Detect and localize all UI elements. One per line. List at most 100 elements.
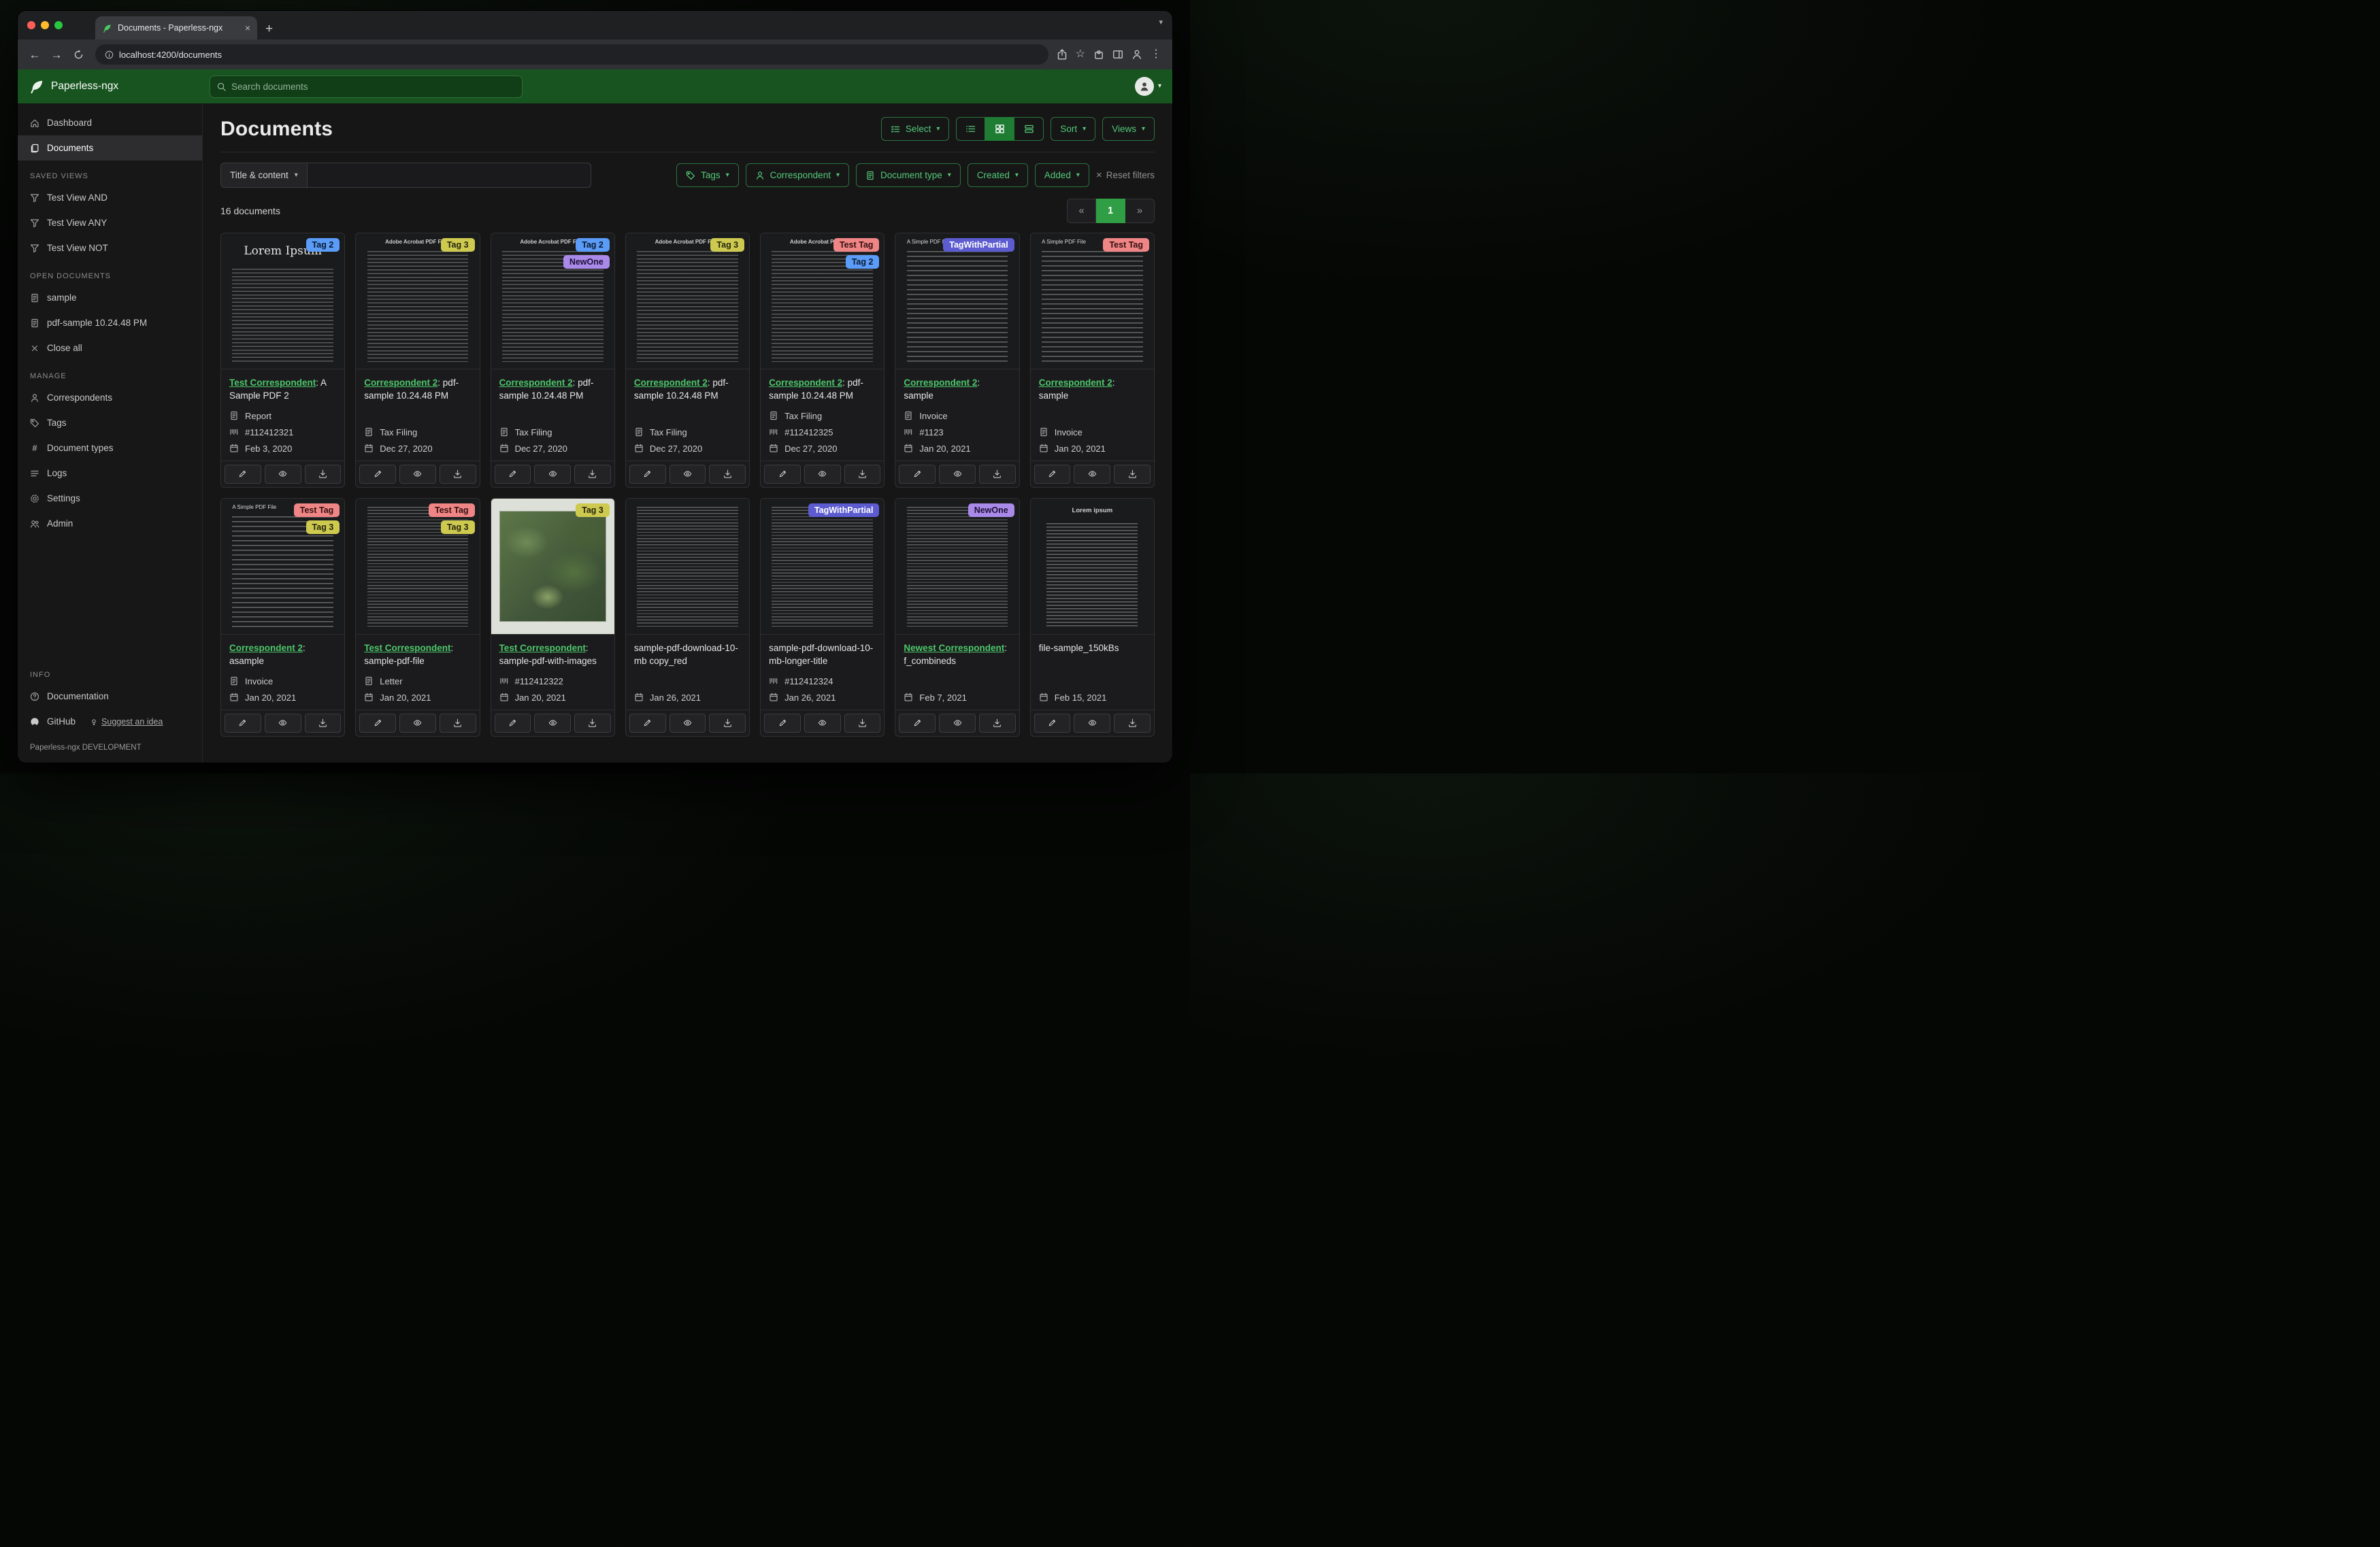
- sidebar-item-saved-view[interactable]: Test View AND: [18, 185, 202, 210]
- sidebar-item-close-all[interactable]: Close all: [18, 335, 202, 361]
- download-button[interactable]: [1114, 464, 1151, 484]
- correspondent-link[interactable]: Correspondent 2: [1039, 378, 1112, 388]
- tag-badge[interactable]: Tag 3: [440, 238, 475, 252]
- user-menu[interactable]: ▾: [1134, 77, 1161, 96]
- tag-badge[interactable]: NewOne: [968, 503, 1014, 517]
- tag-badge[interactable]: Tag 2: [576, 238, 610, 252]
- document-thumbnail[interactable]: Adobe Acrobat PDF Files Tag 3: [625, 233, 750, 369]
- detail-view-button[interactable]: [1014, 117, 1044, 141]
- correspondent-link[interactable]: Correspondent 2: [769, 378, 842, 388]
- document-thumbnail[interactable]: Tag 3: [491, 498, 614, 635]
- search-input[interactable]: [231, 81, 515, 92]
- side-panel-icon[interactable]: [1112, 49, 1123, 60]
- edit-button[interactable]: [899, 713, 936, 733]
- brand[interactable]: Paperless-ngx: [29, 78, 210, 95]
- sidebar-item-correspondents[interactable]: Correspondents: [18, 385, 202, 410]
- document-title[interactable]: Correspondent 2: pdf-sample 10.24.48 PM: [499, 377, 606, 403]
- document-title[interactable]: Correspondent 2: pdf-sample 10.24.48 PM: [634, 377, 741, 403]
- reset-filters-button[interactable]: × Reset filters: [1096, 170, 1155, 180]
- document-title[interactable]: Test Correspondent: sample-pdf-file: [364, 642, 471, 668]
- download-button[interactable]: [439, 464, 476, 484]
- new-tab-button[interactable]: +: [265, 22, 273, 35]
- download-button[interactable]: [709, 464, 746, 484]
- document-title[interactable]: Test Correspondent: sample-pdf-with-imag…: [499, 642, 606, 668]
- tag-badge[interactable]: Tag 2: [845, 255, 880, 269]
- document-title[interactable]: Correspondent 2: pdf-sample 10.24.48 PM: [769, 377, 876, 403]
- document-thumbnail[interactable]: NewOne: [895, 498, 1019, 635]
- preview-button[interactable]: [804, 713, 841, 733]
- document-thumbnail[interactable]: TagWithPartial: [761, 498, 885, 635]
- sidebar-item-document-types[interactable]: # Document types: [18, 435, 202, 461]
- download-button[interactable]: [978, 464, 1016, 484]
- sidebar-item-saved-view[interactable]: Test View NOT: [18, 235, 202, 261]
- preview-button[interactable]: [939, 464, 976, 484]
- download-button[interactable]: [574, 464, 611, 484]
- edit-button[interactable]: [494, 464, 531, 484]
- correspondent-filter-button[interactable]: Correspondent ▾: [745, 163, 849, 187]
- sidebar-item-open-document[interactable]: sample: [18, 285, 202, 310]
- edit-button[interactable]: [764, 464, 801, 484]
- edit-button[interactable]: [1034, 713, 1071, 733]
- correspondent-link[interactable]: Test Correspondent: [364, 643, 450, 653]
- download-button[interactable]: [304, 464, 342, 484]
- site-info-icon[interactable]: [105, 50, 114, 59]
- sidebar-item-open-document[interactable]: pdf-sample 10.24.48 PM: [18, 310, 202, 335]
- download-button[interactable]: [1114, 713, 1151, 733]
- document-thumbnail[interactable]: Test Tag Tag 3: [356, 498, 480, 635]
- correspondent-link[interactable]: Correspondent 2: [229, 643, 303, 653]
- back-button[interactable]: ←: [26, 46, 44, 63]
- download-button[interactable]: [844, 464, 881, 484]
- title-content-dropdown[interactable]: Title & content ▾: [220, 163, 308, 188]
- share-icon[interactable]: [1057, 49, 1068, 60]
- download-button[interactable]: [978, 713, 1016, 733]
- document-thumbnail[interactable]: Adobe Acrobat PDF Files Tag 2 NewOne: [491, 233, 614, 369]
- sidebar-item-documentation[interactable]: Documentation: [18, 684, 202, 709]
- document-thumbnail[interactable]: Adobe Acrobat PDF Files Test Tag Tag 2: [761, 233, 885, 369]
- edit-button[interactable]: [899, 464, 936, 484]
- correspondent-link[interactable]: Newest Correspondent: [904, 643, 1004, 653]
- minimize-window-button[interactable]: [41, 21, 49, 29]
- document-title[interactable]: Correspondent 2: pdf-sample 10.24.48 PM: [364, 377, 471, 403]
- sidebar-item-saved-view[interactable]: Test View ANY: [18, 210, 202, 235]
- select-button[interactable]: Select ▾: [880, 117, 950, 141]
- sidebar-item-settings[interactable]: Settings: [18, 486, 202, 511]
- sort-button[interactable]: Sort ▾: [1051, 117, 1096, 141]
- correspondent-link[interactable]: Correspondent 2: [499, 378, 573, 388]
- preview-button[interactable]: [1074, 464, 1111, 484]
- zoom-window-button[interactable]: [54, 21, 63, 29]
- browser-menu-kebab-icon[interactable]: ⋮: [1151, 49, 1161, 60]
- edit-button[interactable]: [629, 464, 666, 484]
- document-thumbnail[interactable]: [625, 498, 750, 635]
- tab-close-icon[interactable]: ×: [245, 23, 250, 33]
- download-button[interactable]: [709, 713, 746, 733]
- document-thumbnail[interactable]: Lorem ipsum: [1030, 498, 1154, 635]
- document-thumbnail[interactable]: A Simple PDF File Test Tag Tag 3: [221, 498, 345, 635]
- edit-button[interactable]: [225, 464, 261, 484]
- tab-search-chevron-icon[interactable]: ▾: [1159, 19, 1163, 27]
- created-filter-button[interactable]: Created ▾: [967, 163, 1028, 187]
- preview-button[interactable]: [669, 713, 706, 733]
- views-button[interactable]: Views ▾: [1102, 117, 1155, 141]
- correspondent-link[interactable]: Correspondent 2: [364, 378, 437, 388]
- document-title[interactable]: sample-pdf-download-10-mb copy_red: [634, 642, 741, 668]
- edit-button[interactable]: [359, 713, 397, 733]
- pagination-next-button[interactable]: »: [1125, 199, 1155, 223]
- reload-button[interactable]: [69, 46, 87, 63]
- document-thumbnail[interactable]: Lorem Ipsum Tag 2: [221, 233, 345, 369]
- edit-button[interactable]: [1034, 464, 1071, 484]
- document-title[interactable]: Newest Correspondent: f_combineds: [904, 642, 1010, 668]
- sidebar-item-github[interactable]: GitHub: [47, 716, 76, 727]
- sidebar-item-documents[interactable]: Documents: [18, 135, 202, 161]
- preview-button[interactable]: [264, 464, 301, 484]
- sidebar-item-logs[interactable]: Logs: [18, 461, 202, 486]
- list-view-button[interactable]: [956, 117, 986, 141]
- preview-button[interactable]: [669, 464, 706, 484]
- download-button[interactable]: [574, 713, 611, 733]
- document-thumbnail[interactable]: Adobe Acrobat PDF Files Tag 3: [356, 233, 480, 369]
- forward-button[interactable]: →: [48, 46, 65, 63]
- added-filter-button[interactable]: Added ▾: [1034, 163, 1089, 187]
- browser-profile-icon[interactable]: [1131, 49, 1142, 60]
- tag-badge[interactable]: Tag 3: [576, 503, 610, 517]
- correspondent-link[interactable]: Test Correspondent: [499, 643, 586, 653]
- preview-button[interactable]: [804, 464, 841, 484]
